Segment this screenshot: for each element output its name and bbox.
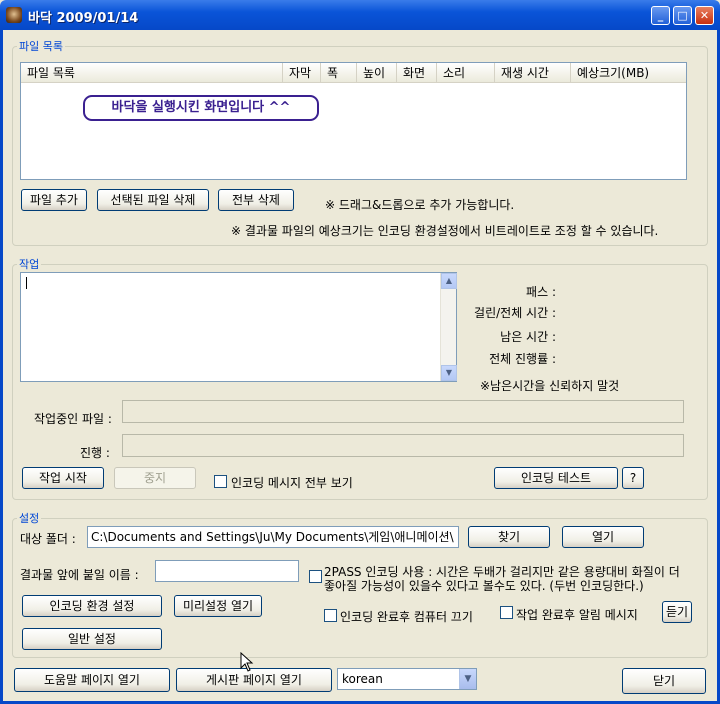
prefix-input[interactable]: [155, 560, 299, 582]
column-header-width[interactable]: 폭: [321, 63, 357, 83]
twopass-checkbox[interactable]: [309, 570, 322, 583]
dragdrop-note: ※ 드래그&드롭으로 추가 가능합니다.: [325, 198, 515, 212]
target-folder-label: 대상 폴더 :: [20, 532, 76, 546]
column-header-height[interactable]: 높이: [357, 63, 397, 83]
progress-label: 진행 :: [80, 446, 110, 460]
prefix-label: 결과물 앞에 붙일 이름 :: [20, 568, 139, 582]
log-scrollbar[interactable]: ▲ ▼: [440, 273, 457, 381]
maximize-button[interactable]: □: [673, 6, 692, 25]
column-header-duration[interactable]: 재생 시간: [495, 63, 571, 83]
remaining-note: ※남은시간을 신뢰하지 말것: [480, 379, 620, 393]
notify-checkbox[interactable]: [500, 606, 513, 619]
general-settings-button[interactable]: 일반 설정: [22, 628, 162, 650]
column-header-subtitle[interactable]: 자막: [283, 63, 321, 83]
current-file-label: 작업중인 파일 :: [34, 412, 112, 426]
target-folder-input[interactable]: C:\Documents and Settings\Ju\My Document…: [87, 526, 459, 548]
progress-bar: [122, 434, 684, 457]
size-note: ※ 결과물 파일의 예상크기는 인코딩 환경설정에서 비트레이트로 조정 할 수…: [231, 224, 659, 238]
show-all-messages-checkbox[interactable]: [214, 475, 227, 488]
settings-legend: 설정: [19, 512, 40, 525]
elapsed-label: 걸린/전체 시간 :: [474, 306, 556, 320]
task-legend: 작업: [19, 258, 40, 271]
help-page-button[interactable]: 도움말 페이지 열기: [14, 668, 170, 692]
mouse-cursor-icon: [240, 652, 254, 672]
hint-bubble: 바닥을 실행시킨 화면입니다 ^^: [83, 95, 319, 121]
scroll-up-icon[interactable]: ▲: [441, 273, 457, 289]
shutdown-checkbox[interactable]: [324, 609, 337, 622]
listen-button[interactable]: 듣기: [662, 601, 692, 623]
list-header: 파일 목록 자막 폭 높이 화면 소리 재생 시간 예상크기(MB): [21, 63, 686, 83]
encoding-log-textarea[interactable]: ▲ ▼: [20, 272, 457, 382]
column-header-video[interactable]: 화면: [397, 63, 437, 83]
browse-button[interactable]: 찾기: [468, 526, 550, 548]
remaining-label: 남은 시간 :: [500, 330, 556, 344]
path-label: 패스 :: [526, 285, 556, 299]
delete-all-button[interactable]: 전부 삭제: [218, 189, 294, 211]
twopass-label-cont[interactable]: 좋아질 가능성이 있을수 있다고 볼수도 있다. (두번 인코딩한다.): [324, 577, 644, 594]
column-header-est-size[interactable]: 예상크기(MB): [571, 63, 686, 83]
column-header-audio[interactable]: 소리: [437, 63, 495, 83]
notify-label[interactable]: 작업 완료후 알림 메시지: [516, 606, 638, 623]
show-all-messages-label[interactable]: 인코딩 메시지 전부 보기: [231, 474, 353, 491]
add-file-button[interactable]: 파일 추가: [21, 189, 87, 211]
current-file-field: [122, 400, 684, 423]
open-folder-button[interactable]: 열기: [562, 526, 644, 548]
encoding-test-button[interactable]: 인코딩 테스트: [494, 467, 618, 489]
files-legend: 파일 목록: [19, 40, 63, 53]
file-list[interactable]: 파일 목록 자막 폭 높이 화면 소리 재생 시간 예상크기(MB) 바닥을 실…: [20, 62, 687, 180]
encoding-settings-button[interactable]: 인코딩 환경 설정: [22, 595, 162, 617]
shutdown-label[interactable]: 인코딩 완료후 컴퓨터 끄기: [340, 608, 473, 625]
column-header-filename[interactable]: 파일 목록: [21, 63, 283, 83]
text-caret: [26, 277, 27, 289]
language-selected-value: korean: [342, 672, 383, 686]
chevron-down-icon[interactable]: ▼: [459, 669, 476, 689]
app-logo-icon[interactable]: [6, 7, 22, 23]
board-page-button[interactable]: 게시판 페이지 열기: [176, 668, 332, 692]
window-title: 바닥 2009/01/14: [28, 11, 139, 26]
close-window-button[interactable]: ✕: [695, 6, 714, 25]
title-bar[interactable]: 바닥 2009/01/14 _ □ ✕: [0, 0, 720, 30]
language-select[interactable]: korean ▼: [337, 668, 477, 690]
minimize-button[interactable]: _: [651, 6, 670, 25]
total-progress-label: 전체 진행률 :: [489, 352, 556, 366]
close-button[interactable]: 닫기: [622, 668, 706, 694]
help-question-button[interactable]: ?: [622, 467, 644, 489]
stop-button[interactable]: 중지: [114, 467, 196, 489]
delete-selected-button[interactable]: 선택된 파일 삭제: [97, 189, 209, 211]
scroll-down-icon[interactable]: ▼: [441, 365, 457, 381]
preset-open-button[interactable]: 미리설정 열기: [174, 595, 262, 617]
start-task-button[interactable]: 작업 시작: [22, 467, 104, 489]
